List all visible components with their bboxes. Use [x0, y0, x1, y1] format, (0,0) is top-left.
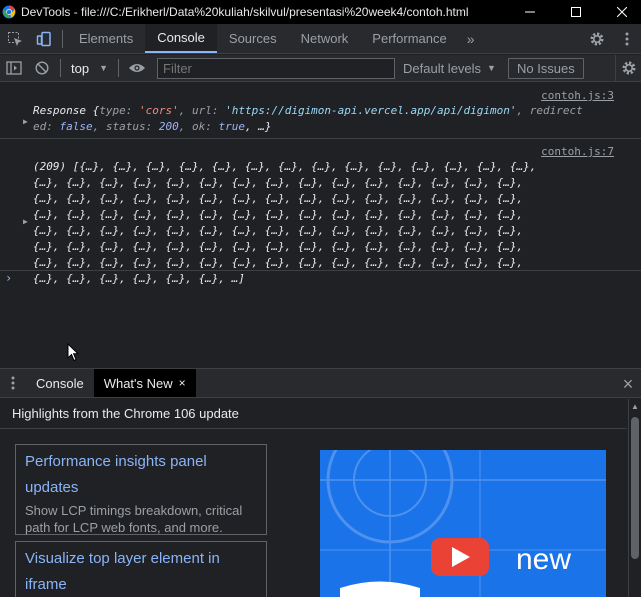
console-message[interactable]: contoh.js:7 ▶ (209) [{…}, {…}, {…}, {…},… — [0, 139, 641, 285]
inspect-element-icon[interactable] — [0, 24, 29, 53]
feature-description: path for LCP web fonts, and more. — [25, 520, 223, 535]
dropdown-arrow-icon: ▼ — [487, 63, 496, 73]
log-line: Response {type: 'cors', url: 'https://di… — [33, 104, 583, 117]
close-tab-icon[interactable]: × — [179, 376, 186, 390]
close-drawer-icon[interactable]: × — [616, 369, 640, 399]
devtools-app-icon — [1, 4, 17, 20]
scrollbar-thumb[interactable] — [631, 417, 639, 559]
drawer-tab-console[interactable]: Console — [26, 369, 94, 397]
feature-description: Show LCP timings breakdown, critical — [25, 503, 243, 518]
clear-console-icon[interactable] — [28, 55, 56, 81]
issues-button[interactable]: No Issues — [507, 57, 584, 79]
feature-title[interactable]: Visualize top layer element in — [25, 546, 257, 572]
minimize-button[interactable] — [507, 0, 553, 24]
feature-title[interactable]: iframe — [25, 572, 257, 597]
drawer-menu-kebab-icon[interactable] — [0, 369, 26, 397]
console-prompt-chevron[interactable]: › — [5, 271, 12, 285]
log-line: {…}, {…}, {…}, {…}, {…}, {…}, …] — [33, 272, 245, 285]
javascript-context-select[interactable]: top ▼ — [65, 58, 114, 78]
context-value: top — [71, 60, 90, 76]
source-link[interactable]: contoh.js:7 — [541, 144, 614, 160]
log-levels-label: Default levels — [403, 60, 482, 76]
feature-card[interactable]: Performance insights panel updates Show … — [15, 444, 267, 535]
settings-gear-icon[interactable] — [583, 24, 611, 54]
more-options-kebab-icon[interactable] — [614, 24, 640, 54]
tab-sources[interactable]: Sources — [217, 24, 289, 53]
tab-network[interactable]: Network — [289, 24, 361, 53]
log-line: {…}, {…}, {…}, {…}, {…}, {…}, {…}, {…}, … — [33, 208, 524, 221]
console-message[interactable]: contoh.js:3 ▶ Response {type: 'cors', ur… — [0, 83, 641, 139]
console-settings-gear-icon[interactable] — [615, 55, 641, 81]
tab-console[interactable]: Console — [145, 24, 217, 53]
whats-new-heading: Highlights from the Chrome 106 update — [0, 399, 627, 429]
drawer-tabbar: Console What's New × × — [0, 368, 641, 398]
window-titlebar: DevTools - file:///C:/Erikherl/Data%20ku… — [0, 0, 641, 24]
whats-new-panel: Highlights from the Chrome 106 update Pe… — [0, 399, 641, 597]
dropdown-arrow-icon: ▼ — [99, 63, 108, 73]
feature-title[interactable]: updates — [25, 475, 257, 501]
console-output: contoh.js:3 ▶ Response {type: 'cors', ur… — [0, 83, 641, 367]
toolbar-divider — [118, 59, 119, 77]
source-link[interactable]: contoh.js:3 — [541, 88, 614, 104]
expand-triangle-icon[interactable]: ▶ — [23, 114, 28, 130]
log-levels-dropdown[interactable]: Default levels ▼ — [403, 61, 496, 76]
whats-new-scrollbar[interactable]: ▲ — [628, 399, 641, 597]
log-line: {…}, {…}, {…}, {…}, {…}, {…}, {…}, {…}, … — [33, 192, 524, 205]
log-line: {…}, {…}, {…}, {…}, {…}, {…}, {…}, {…}, … — [33, 176, 524, 189]
drawer-tab-whats-new[interactable]: What's New × — [93, 369, 196, 397]
toolbar-divider — [62, 29, 63, 48]
log-line: (209) [{…}, {…}, {…}, {…}, {…}, {…}, {…}… — [33, 160, 537, 173]
mouse-cursor-icon — [67, 342, 80, 365]
more-tabs-chevron-icon[interactable]: » — [459, 24, 483, 53]
maximize-button[interactable] — [553, 0, 599, 24]
show-sidebar-icon[interactable] — [0, 55, 28, 81]
device-toolbar-icon[interactable] — [29, 24, 58, 53]
feature-title[interactable]: Performance insights panel — [25, 449, 257, 475]
console-toolbar: top ▼ Default levels ▼ No Issues — [0, 55, 641, 82]
expand-triangle-icon[interactable]: ▶ — [23, 214, 28, 230]
tab-performance[interactable]: Performance — [360, 24, 458, 53]
window-title: DevTools - file:///C:/Erikherl/Data%20ku… — [21, 5, 469, 19]
log-line: ed: false, status: 200, ok: true, …} — [33, 120, 272, 133]
feature-card[interactable]: Visualize top layer element in iframe — [15, 541, 267, 597]
filter-input[interactable] — [157, 57, 395, 79]
log-line: {…}, {…}, {…}, {…}, {…}, {…}, {…}, {…}, … — [33, 256, 524, 269]
close-window-button[interactable] — [599, 0, 641, 24]
log-line: {…}, {…}, {…}, {…}, {…}, {…}, {…}, {…}, … — [33, 224, 524, 237]
log-line: {…}, {…}, {…}, {…}, {…}, {…}, {…}, {…}, … — [33, 240, 524, 253]
devtools-tabbar: Elements Console Sources Network Perform… — [0, 24, 641, 54]
toolbar-divider — [60, 59, 61, 77]
drawer-tab-label: Console — [36, 375, 84, 391]
scroll-up-arrow-icon[interactable]: ▲ — [631, 402, 639, 411]
live-expression-eye-icon[interactable] — [123, 55, 151, 81]
drawer-tab-label: What's New — [103, 375, 173, 391]
promo-new-label: new — [516, 543, 572, 576]
tab-elements[interactable]: Elements — [67, 24, 145, 53]
